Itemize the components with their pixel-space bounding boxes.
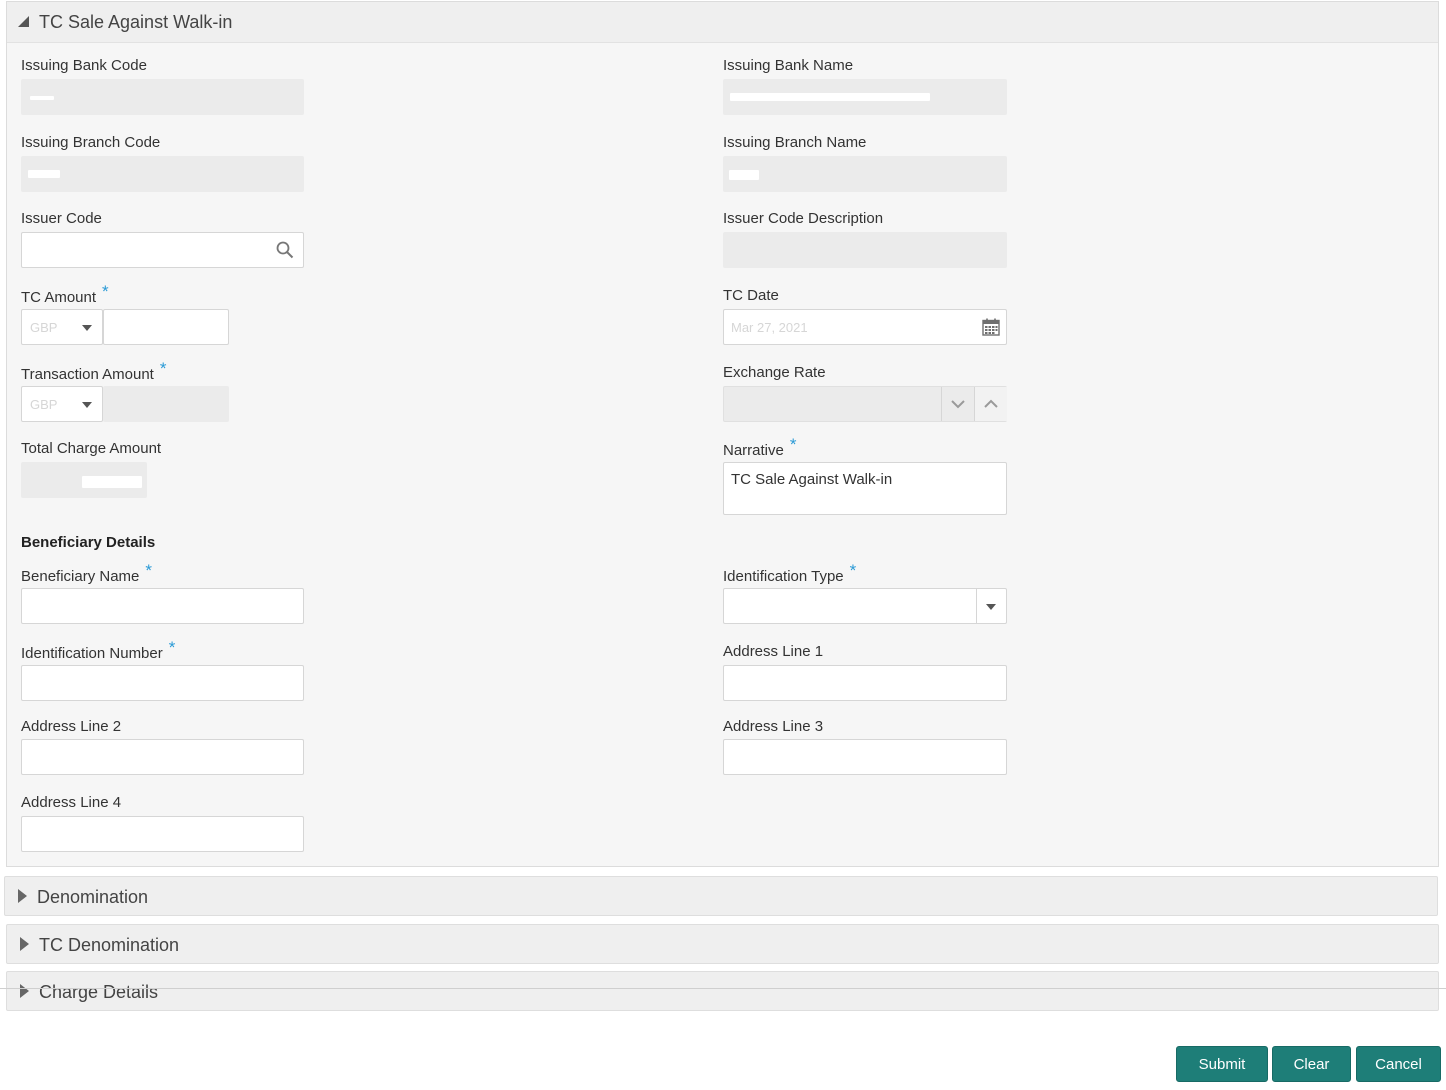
chevron-down-icon — [951, 400, 965, 409]
required-asterisk: * — [159, 359, 167, 378]
expand-triangle-icon — [20, 937, 29, 951]
tc-amount-input[interactable] — [103, 309, 229, 345]
tc-amount-label: TC Amount * — [21, 282, 109, 306]
total-charge-amount-field — [21, 462, 147, 498]
tc-date-value: Mar 27, 2021 — [731, 320, 808, 335]
issuer-code-description-field — [723, 232, 1007, 268]
search-icon[interactable] — [276, 241, 294, 259]
beneficiary-details-title: Beneficiary Details — [21, 534, 156, 551]
tc-amount-currency-value: GBP — [30, 320, 58, 335]
beneficiary-name-field[interactable] — [21, 588, 304, 624]
issuing-branch-code-label: Issuing Branch Code — [21, 134, 161, 151]
address-line-4-label: Address Line 4 — [21, 794, 122, 811]
submit-button[interactable]: Submit — [1176, 1046, 1268, 1082]
calendar-icon[interactable] — [982, 318, 1000, 336]
caret-down-icon — [82, 325, 92, 331]
issuer-code-input[interactable] — [22, 233, 262, 267]
transaction-amount-value — [103, 386, 229, 422]
redacted-value — [82, 476, 142, 488]
address-line-1-field[interactable] — [723, 665, 1007, 701]
address-line-2-input[interactable] — [22, 740, 303, 774]
tc-denomination-title: TC Denomination — [39, 935, 180, 955]
total-charge-amount-label: Total Charge Amount — [21, 440, 162, 457]
redacted-value — [30, 96, 54, 100]
issuing-branch-name-field — [723, 156, 1007, 192]
identification-number-input[interactable] — [22, 666, 303, 700]
address-line-2-field[interactable] — [21, 739, 304, 775]
transaction-amount-currency-value: GBP — [30, 397, 58, 412]
issuing-bank-code-label: Issuing Bank Code — [21, 57, 147, 74]
address-line-3-input[interactable] — [724, 740, 1006, 774]
redacted-value — [729, 170, 759, 180]
tc-amount-value[interactable] — [104, 310, 228, 344]
issuer-code-description-label: Issuer Code Description — [723, 210, 884, 227]
caret-down-icon — [82, 402, 92, 408]
required-asterisk: * — [789, 435, 797, 454]
expand-triangle-icon — [18, 889, 27, 903]
charge-details-title: Charge Details — [39, 982, 159, 1002]
issuer-code-field[interactable] — [21, 232, 304, 268]
address-line-3-label: Address Line 3 — [723, 718, 824, 735]
cancel-button[interactable]: Cancel — [1356, 1046, 1441, 1082]
exchange-rate-field — [723, 386, 1007, 422]
collapse-triangle-icon[interactable] — [18, 16, 29, 27]
issuing-branch-code-field — [21, 156, 304, 192]
denomination-accordion[interactable]: Denomination — [4, 876, 1438, 916]
beneficiary-name-label: Beneficiary Name * — [21, 561, 153, 585]
charge-details-accordion[interactable]: Charge Details — [6, 971, 1439, 1011]
issuing-bank-name-label: Issuing Bank Name — [723, 57, 854, 74]
address-line-1-label: Address Line 1 — [723, 643, 824, 660]
issuing-branch-name-label: Issuing Branch Name — [723, 134, 867, 151]
tc-denomination-accordion[interactable]: TC Denomination — [6, 924, 1439, 964]
panel-header[interactable]: TC Sale Against Walk-in — [7, 2, 1438, 43]
tc-date-field[interactable]: Mar 27, 2021 — [723, 309, 1007, 345]
identification-type-label: Identification Type * — [723, 561, 857, 585]
identification-number-field[interactable] — [21, 665, 304, 701]
transaction-amount-currency-select[interactable]: GBP — [21, 386, 103, 422]
tc-amount-currency-select[interactable]: GBP — [21, 309, 103, 345]
caret-down-icon — [986, 604, 996, 610]
address-line-1-input[interactable] — [724, 666, 1006, 700]
exchange-rate-label: Exchange Rate — [723, 364, 826, 381]
address-line-4-input[interactable] — [22, 817, 303, 851]
issuing-bank-name-field — [723, 79, 1007, 115]
decrement-button[interactable] — [942, 387, 974, 421]
identification-type-select[interactable] — [723, 588, 1007, 624]
required-asterisk: * — [168, 638, 176, 657]
tc-sale-panel: TC Sale Against Walk-in — [6, 1, 1439, 867]
divider-line — [0, 988, 1446, 989]
chevron-up-icon — [984, 399, 998, 408]
address-line-4-field[interactable] — [21, 816, 304, 852]
expand-triangle-icon — [20, 984, 29, 998]
identification-number-label: Identification Number * — [21, 638, 176, 662]
beneficiary-name-input[interactable] — [22, 589, 303, 623]
narrative-field[interactable]: TC Sale Against Walk-in — [723, 462, 1007, 515]
tc-date-label: TC Date — [723, 287, 779, 304]
increment-button[interactable] — [975, 387, 1007, 421]
address-line-3-field[interactable] — [723, 739, 1007, 775]
required-asterisk: * — [145, 561, 153, 580]
clear-button[interactable]: Clear — [1272, 1046, 1351, 1082]
required-asterisk: * — [102, 282, 109, 301]
redacted-value — [730, 93, 930, 101]
redacted-value — [28, 170, 60, 178]
denomination-title: Denomination — [37, 887, 149, 907]
issuer-code-label: Issuer Code — [21, 210, 102, 227]
required-asterisk: * — [849, 561, 857, 580]
narrative-label: Narrative * — [723, 435, 797, 459]
narrative-textarea[interactable]: TC Sale Against Walk-in — [724, 463, 1006, 514]
panel-title: TC Sale Against Walk-in — [39, 12, 233, 32]
address-line-2-label: Address Line 2 — [21, 718, 122, 735]
issuing-bank-code-field — [21, 79, 304, 115]
transaction-amount-label: Transaction Amount * — [21, 359, 167, 383]
